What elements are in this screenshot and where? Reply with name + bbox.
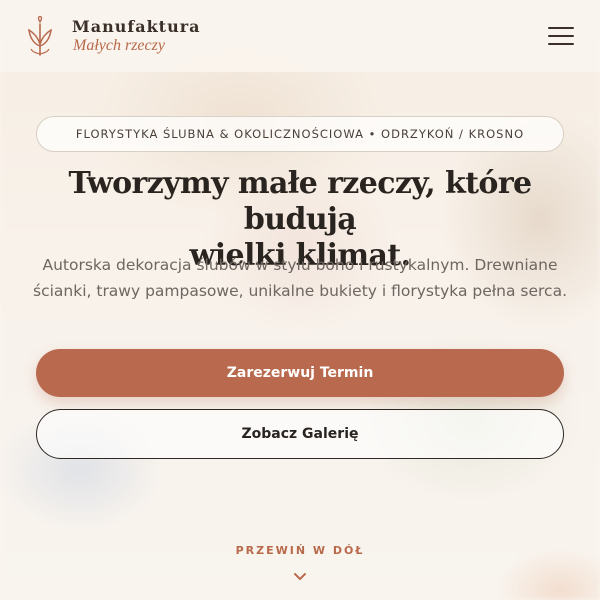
hero-lead-text: Autorska dekoracja ślubów w stylu boho i… [33, 256, 567, 300]
wheat-sprig-icon [28, 16, 52, 56]
book-date-button[interactable]: Zarezerwuj Termin [36, 349, 564, 397]
scroll-down-label: PRZEWIŃ W DÓŁ [235, 544, 365, 557]
view-gallery-button[interactable]: Zobacz Galerię [36, 409, 564, 459]
brand-title: Manufaktura [72, 16, 201, 36]
hamburger-menu-icon[interactable] [548, 27, 574, 45]
hero-section: FLORYSTYKA ŚLUBNA & OKOLICZNOŚCIOWA • OD… [0, 0, 600, 600]
brand-subtitle: Małych rzeczy [73, 36, 165, 54]
menu-line [548, 27, 574, 29]
chevron-down-icon[interactable] [293, 572, 307, 582]
brand-logo-link[interactable]: Manufaktura Małych rzeczy [26, 16, 201, 56]
hero-title-line-1: Tworzymy małe rzeczy, które budują [68, 166, 532, 237]
menu-line [548, 35, 574, 37]
site-header: Manufaktura Małych rzeczy [0, 0, 600, 72]
menu-line [548, 43, 574, 45]
tagline-badge: FLORYSTYKA ŚLUBNA & OKOLICZNOŚCIOWA • OD… [36, 116, 564, 152]
